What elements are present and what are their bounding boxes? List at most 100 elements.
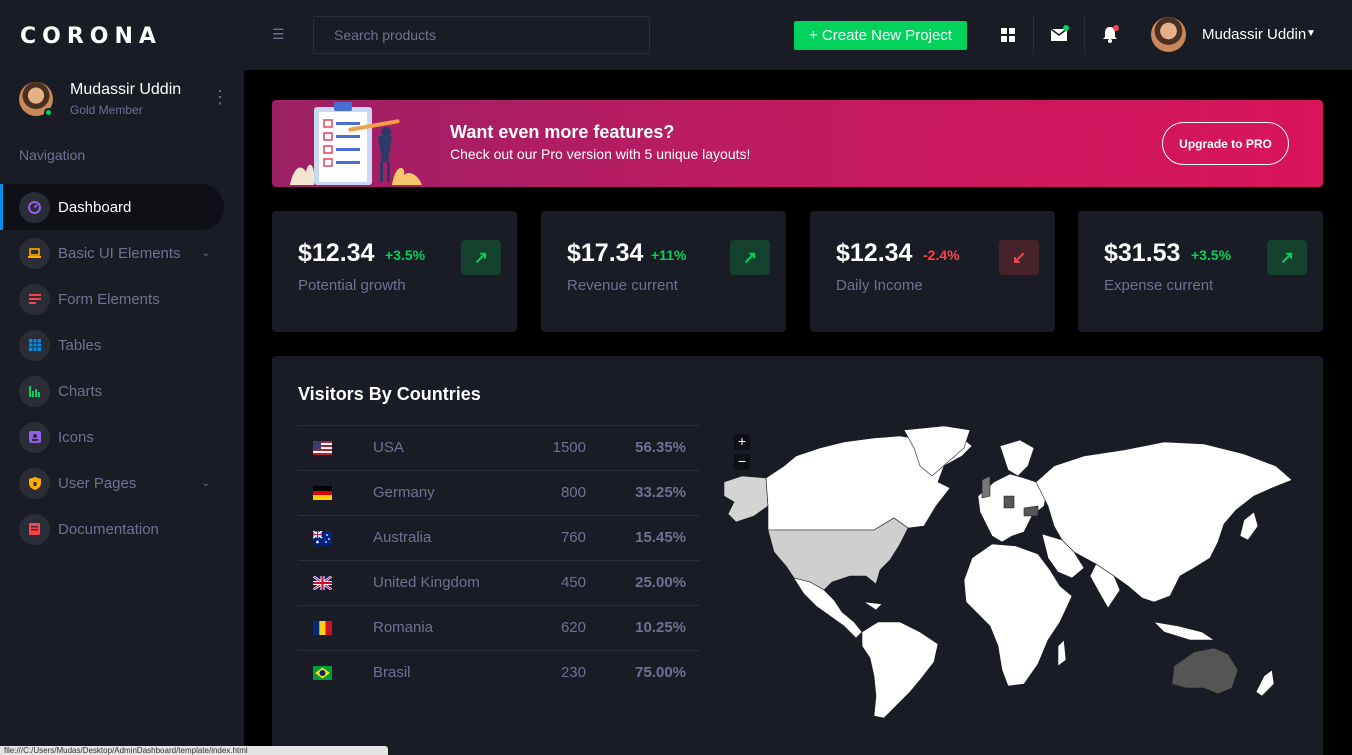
zoom-out-button[interactable]: − (734, 454, 750, 470)
user-name[interactable]: Mudassir Uddin (1202, 26, 1306, 43)
banner-title: Want even more features? (450, 122, 675, 142)
sidebar-profile: Mudassir Uddin Gold Member ⋮ (19, 80, 229, 120)
sidebar-item-label: Tables (58, 336, 102, 354)
table-row: Australia 760 15.45% (298, 515, 700, 560)
sidebar-item-label: Form Elements (58, 290, 160, 308)
stat-amount: $12.34 (836, 239, 913, 267)
sidebar-item-dashboard[interactable]: Dashboard (0, 184, 224, 230)
profile-name: Mudassir Uddin (70, 81, 182, 98)
table-row: Brasil 230 75.00% (298, 650, 700, 695)
notification-badge (1113, 25, 1119, 31)
visitor-count: 1500 (552, 439, 586, 456)
stat-change: +3.5% (385, 247, 426, 263)
stat-change: +3.5% (1191, 247, 1232, 263)
sidebar-item-tables[interactable]: Tables (0, 322, 244, 368)
chevron-down-icon: ⌄ (201, 477, 210, 489)
stat-amount: $31.53 (1104, 239, 1181, 267)
visitor-percent: 25.00% (635, 574, 686, 591)
country-name: Brasil (373, 664, 411, 681)
map-region-germany (1003, 495, 1015, 509)
create-project-button[interactable]: + Create New Project (794, 21, 967, 50)
promo-banner: Want even more features? Check out our P… (272, 100, 1323, 187)
country-name: Australia (373, 529, 432, 546)
au-flag-icon (313, 531, 332, 545)
contacts-icon (19, 421, 50, 453)
top-navbar: ☰ + Create New Project Mudassir Uddin ▼ (244, 0, 1352, 70)
stat-card-expense-current: $31.53 +3.5% Expense current ↗ (1078, 211, 1323, 332)
clipboard-illustration (290, 102, 422, 185)
sidebar-item-label: Basic UI Elements (58, 244, 181, 262)
nav-section-label: Navigation (19, 147, 86, 163)
table-row: Romania 620 10.25% (298, 605, 700, 650)
de-flag-icon (313, 486, 332, 500)
world-map[interactable] (724, 426, 1299, 721)
sidebar-item-label: Charts (58, 382, 103, 400)
map-region-romania (1023, 505, 1039, 517)
stat-card-daily-income: $12.34 -2.4% Daily Income ↙ (810, 211, 1055, 332)
sidebar-item-charts[interactable]: Charts (0, 368, 244, 414)
sidebar-item-label: User Pages (58, 474, 137, 492)
stat-label: Daily Income (836, 277, 923, 294)
ro-flag-icon (313, 621, 332, 635)
visitor-percent: 10.25% (635, 619, 686, 636)
country-name: Romania (373, 619, 434, 636)
laptop-icon (19, 237, 50, 269)
chart-icon (19, 375, 50, 407)
sidebar-nav: Dashboard Basic UI Elements ⌄ Form Eleme… (0, 184, 244, 552)
map-region-south-america (861, 621, 939, 719)
avatar[interactable] (1151, 17, 1186, 52)
sidebar-item-label: Dashboard (58, 198, 132, 216)
sidebar-item-label: Documentation (58, 520, 159, 538)
map-region-uk (981, 475, 991, 499)
sidebar-item-label: Icons (58, 428, 94, 446)
stat-amount: $17.34 (567, 239, 644, 267)
menu-toggle-icon[interactable]: ☰ (272, 26, 285, 43)
speedometer-icon (19, 191, 50, 223)
kebab-menu-icon[interactable]: ⋮ (211, 88, 229, 106)
bell-icon[interactable] (1097, 22, 1123, 48)
online-status-dot (44, 108, 53, 117)
stat-change: +11% (651, 247, 687, 263)
map-region-new-zealand (1255, 669, 1275, 697)
visitor-percent: 56.35% (635, 439, 686, 456)
stat-label: Expense current (1104, 277, 1214, 294)
visitors-by-countries-card: Visitors By Countries USA 1500 56.35% Ge… (272, 356, 1323, 755)
caret-down-icon[interactable]: ▼ (1306, 28, 1316, 39)
security-icon (19, 467, 50, 499)
sidebar-item-basic-ui[interactable]: Basic UI Elements ⌄ (0, 230, 244, 276)
banner-subtitle: Check out our Pro version with 5 unique … (450, 146, 751, 162)
zoom-in-button[interactable]: + (734, 434, 750, 450)
arrow-up-right-icon: ↗ (1267, 240, 1307, 275)
brand-logo[interactable]: CORONA (20, 24, 162, 49)
search-input[interactable] (313, 16, 650, 54)
arrow-up-right-icon: ↗ (730, 240, 770, 275)
map-region-alaska (724, 475, 769, 523)
map-region-madagascar (1057, 639, 1067, 667)
divider (1084, 14, 1085, 54)
visitor-percent: 15.45% (635, 529, 686, 546)
arrow-up-right-icon: ↗ (461, 240, 501, 275)
gb-flag-icon (313, 576, 332, 590)
sidebar-item-icons[interactable]: Icons (0, 414, 244, 460)
grid-icon[interactable] (995, 22, 1021, 48)
form-icon (19, 283, 50, 315)
sidebar-item-user-pages[interactable]: User Pages ⌄ (0, 460, 244, 506)
card-title: Visitors By Countries (298, 384, 481, 404)
country-name: USA (373, 439, 404, 456)
document-icon (19, 513, 50, 545)
stat-label: Revenue current (567, 277, 678, 294)
profile-role: Gold Member (70, 103, 143, 117)
stat-amount: $12.34 (298, 239, 375, 267)
br-flag-icon (313, 666, 332, 680)
sidebar-item-form-elements[interactable]: Form Elements (0, 276, 244, 322)
arrow-down-left-icon: ↙ (999, 240, 1039, 275)
visitor-count: 230 (560, 664, 586, 681)
visitor-count: 450 (560, 574, 586, 591)
divider (1033, 14, 1034, 54)
country-name: United Kingdom (373, 574, 480, 591)
stat-label: Potential growth (298, 277, 406, 294)
us-flag-icon (313, 441, 332, 455)
table-row: United Kingdom 450 25.00% (298, 560, 700, 605)
upgrade-button[interactable]: Upgrade to PRO (1162, 122, 1289, 165)
sidebar-item-documentation[interactable]: Documentation (0, 506, 244, 552)
